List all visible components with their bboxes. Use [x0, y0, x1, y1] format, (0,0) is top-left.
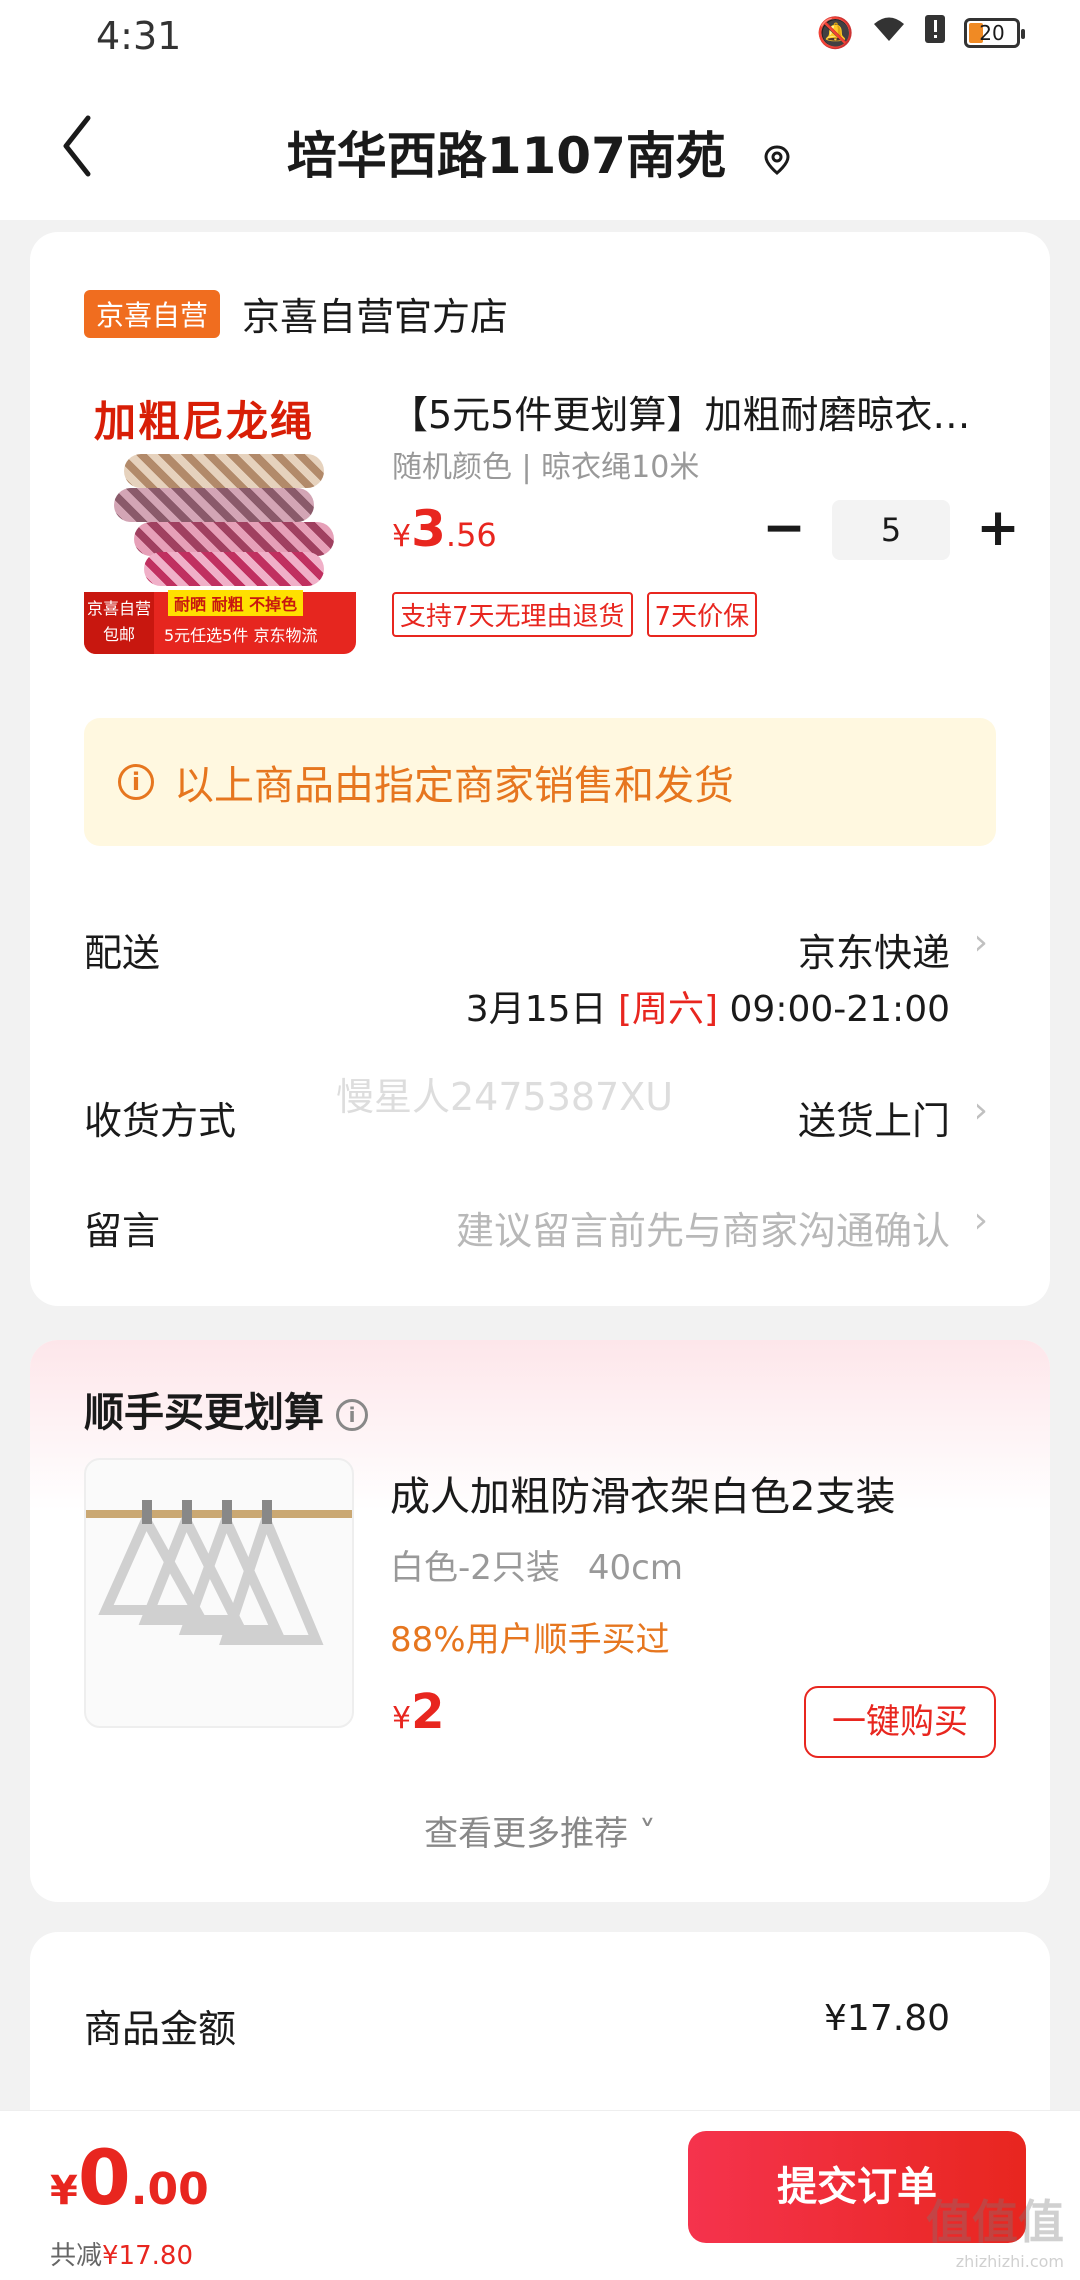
product-image-footer: 5元任选5件 京东物流	[164, 626, 318, 645]
hanger-illustration	[86, 1500, 352, 1645]
receive-value[interactable]: 送货上门	[798, 1090, 950, 1145]
recommend-product-image[interactable]	[84, 1458, 354, 1728]
return-policy-tag: 支持7天无理由退货	[392, 592, 633, 637]
delivery-value[interactable]: 京东快递	[798, 922, 950, 977]
seller-notice: i 以上商品由指定商家销售和发货	[84, 718, 996, 846]
price-protect-tag: 7天价保	[646, 592, 758, 637]
order-card: 京喜自营 京喜自营官方店 加粗尼龙绳 京喜自营 包邮 耐晒 耐粗 不掉色 5元任…	[30, 232, 1050, 1306]
site-watermark: 值值值 zhizhizhi.com	[926, 2195, 1064, 2271]
discount-total[interactable]: 共减¥17.80	[50, 2235, 193, 2272]
location-pin-icon	[764, 144, 790, 175]
one-click-buy-button[interactable]: 一键购买	[804, 1686, 996, 1758]
recommend-section-title: 顺手买更划算 i	[84, 1380, 368, 1438]
store-tag: 京喜自营	[84, 289, 221, 338]
store-name: 京喜自营官方店	[242, 295, 509, 339]
status-icons: 🔕 20	[816, 14, 1025, 52]
watermark: 慢星人2475387XU	[336, 1075, 674, 1119]
goods-amount-value: ¥17.80	[824, 1998, 950, 2039]
status-bar: 4:31 🔕 20	[0, 0, 1080, 76]
quantity-stepper: − 5 +	[754, 500, 1028, 560]
info-icon: i	[118, 764, 154, 800]
message-label: 留言	[84, 1209, 161, 1253]
product-title[interactable]: 【5元5件更划算】加粗耐磨晾衣…	[390, 384, 1010, 439]
product-spec[interactable]: 随机颜色 | 晾衣绳10米	[392, 442, 699, 486]
service-tags: 支持7天无理由退货 7天价保	[392, 592, 758, 637]
recommend-title[interactable]: 成人加粗防滑衣架白色2支装	[390, 1464, 895, 1522]
message-field[interactable]: 建议留言前先与商家沟通确认	[456, 1200, 950, 1255]
chevron-down-icon: ˅	[638, 1814, 656, 1854]
address-title[interactable]: 培华西路1107南苑	[0, 116, 1080, 188]
product-image-title: 加粗尼龙绳	[94, 397, 315, 446]
status-time: 4:31	[96, 14, 182, 58]
chevron-right-icon[interactable]: ›	[974, 1090, 988, 1131]
decrease-button[interactable]: −	[754, 500, 814, 560]
recommend-spec: 白色-2只装 40cm	[390, 1548, 683, 1588]
rope-graphic	[124, 454, 324, 488]
recommend-card: 顺手买更划算 i 成人加粗防滑衣架白色2支装 白色-2只装 40cm 88%用户顺手…	[30, 1340, 1050, 1902]
chevron-right-icon[interactable]: ›	[974, 1200, 988, 1241]
delivery-time[interactable]: 3月15日 [周六] 09:00-21:00	[466, 980, 950, 1032]
header: 培华西路1107南苑	[0, 76, 1080, 220]
quantity-value[interactable]: 5	[832, 500, 950, 560]
total-price: ¥0.00	[50, 2133, 209, 2222]
recommend-price: ¥2	[392, 1684, 445, 1740]
mute-bell-icon: 🔕	[816, 15, 854, 51]
address-text: 培华西路1107南苑	[286, 127, 726, 185]
receive-label: 收货方式	[84, 1099, 237, 1143]
notice-text: 以上商品由指定商家销售和发货	[174, 763, 734, 809]
battery-icon: 20	[964, 18, 1025, 48]
product-image[interactable]: 加粗尼龙绳 京喜自营 包邮 耐晒 耐粗 不掉色 5元任选5件 京东物流	[84, 382, 356, 654]
product-price: ¥3.56	[392, 500, 497, 558]
rope-graphic	[114, 488, 314, 522]
store-row[interactable]: 京喜自营 京喜自营官方店	[84, 286, 508, 341]
wifi-icon	[872, 15, 906, 51]
product-image-badge: 京喜自营 包邮	[84, 592, 154, 654]
increase-button[interactable]: +	[968, 500, 1028, 560]
rope-graphic	[134, 522, 334, 556]
rope-graphic	[144, 552, 324, 586]
info-icon[interactable]: i	[336, 1399, 368, 1431]
delivery-label: 配送	[84, 931, 161, 975]
more-recommend-link[interactable]: 查看更多推荐 ˅	[30, 1806, 1050, 1855]
sim-alert-icon	[924, 14, 946, 52]
product-image-tags: 耐晒 耐粗 不掉色	[168, 590, 304, 616]
chevron-right-icon[interactable]: ›	[974, 922, 988, 963]
goods-amount-label: 商品金额	[84, 2007, 237, 2051]
recommend-hint: 88%用户顺手买过	[390, 1620, 670, 1660]
bottom-bar: ¥0.00 共减¥17.80 提交订单	[0, 2110, 1080, 2280]
